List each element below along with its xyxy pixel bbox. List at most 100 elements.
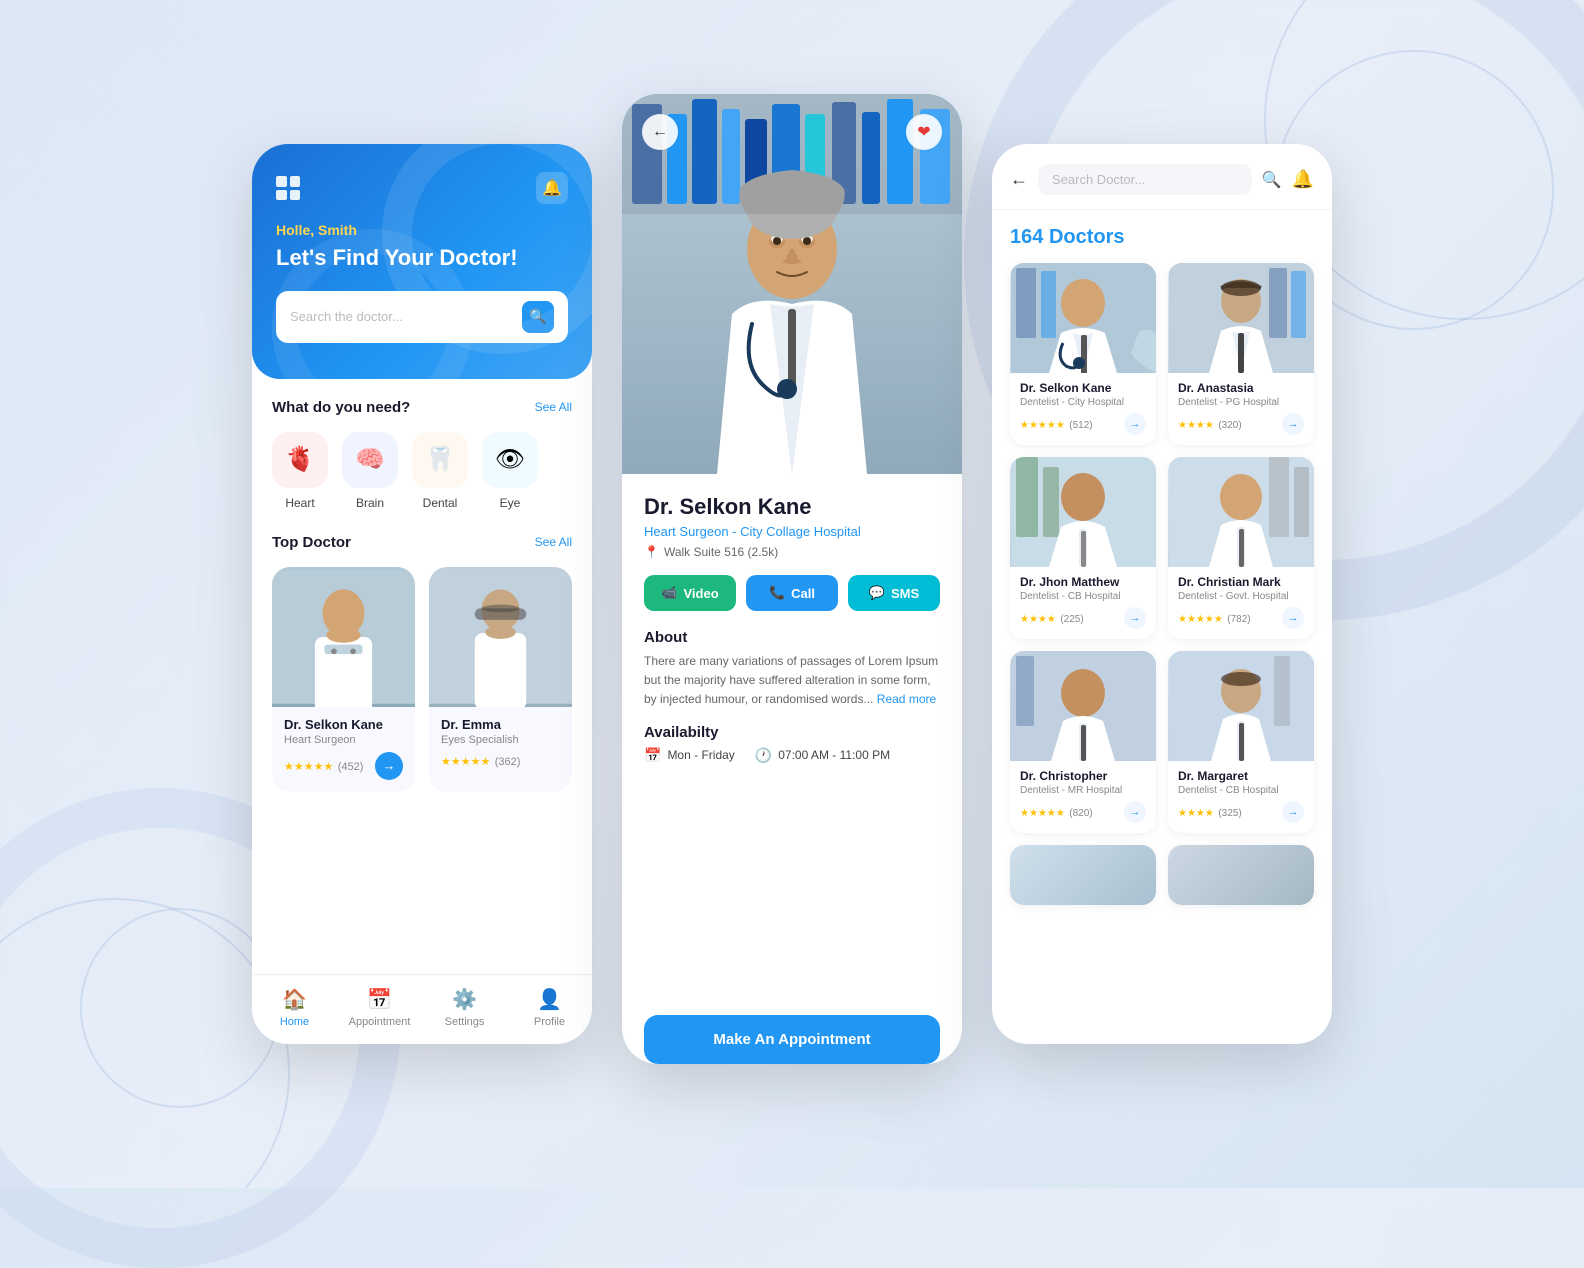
list-doctor-name-4: Dr. Christian Mark <box>1178 575 1304 589</box>
back-button[interactable]: ← <box>642 114 678 150</box>
list-reviews-1: (512) <box>1069 420 1092 431</box>
categories-header: What do you need? See All <box>272 399 572 416</box>
list-search-bar: ← Search Doctor... 🔍 🔔 <box>1010 164 1314 195</box>
list-arrow-4[interactable]: → <box>1282 607 1304 629</box>
top-doctor-header: Top Doctor See All <box>272 534 572 551</box>
doctor-location: 📍 Walk Suite 516 (2.5k) <box>644 545 940 559</box>
doctor-image-emma <box>429 567 572 707</box>
calendar-icon: 📅 <box>644 747 661 764</box>
list-bell-icon[interactable]: 🔔 <box>1292 169 1314 190</box>
sms-button[interactable]: 💬 SMS <box>848 575 940 611</box>
doctor-info-emma: Dr. Emma Eyes Specialish ★★★★★ (362) <box>429 707 572 782</box>
nav-settings[interactable]: ⚙️ Settings <box>422 987 507 1028</box>
heart-label: Heart <box>285 496 314 510</box>
make-appointment-button[interactable]: Make An Appointment <box>644 1015 940 1064</box>
call-label: Call <box>791 586 815 601</box>
list-arrow-6[interactable]: → <box>1282 801 1304 823</box>
search-placeholder: Search the doctor... <box>290 309 403 324</box>
list-arrow-1[interactable]: → <box>1124 413 1146 435</box>
profile-nav-label: Profile <box>534 1016 565 1028</box>
doctor-detail-photo: ← ❤ <box>622 94 962 474</box>
list-doctor-footer-2: ★★★★ (320) → <box>1178 413 1304 435</box>
list-doctor-info-4: Dr. Christian Mark Dentelist - Govt. Hos… <box>1168 567 1314 639</box>
list-doctor-img-1 <box>1010 263 1156 373</box>
availability-days-text: Mon - Friday <box>667 748 734 762</box>
nav-profile[interactable]: 👤 Profile <box>507 987 592 1028</box>
doctor-spec-emma: Eyes Specialish <box>441 734 560 746</box>
doctor-card-selkon[interactable]: Dr. Selkon Kane Heart Surgeon ★★★★★ (452… <box>272 567 415 792</box>
categories-list: 🫀 Heart 🧠 Brain 🦷 Dental 👁 Eye <box>272 432 572 510</box>
list-reviews-2: (320) <box>1218 420 1241 431</box>
list-doctor-4[interactable]: Dr. Christian Mark Dentelist - Govt. Hos… <box>1168 457 1314 639</box>
greeting-text: Holle, Smith <box>276 222 568 238</box>
doctor-name-emma: Dr. Emma <box>441 717 560 732</box>
list-stars-2: ★★★★ <box>1178 420 1214 431</box>
list-doctor-footer-4: ★★★★★ (782) → <box>1178 607 1304 629</box>
list-doctor-spec-3: Dentelist - CB Hospital <box>1020 591 1146 602</box>
doctor-card-emma[interactable]: Dr. Emma Eyes Specialish ★★★★★ (362) <box>429 567 572 792</box>
category-dental[interactable]: 🦷 Dental <box>412 432 468 510</box>
search-button[interactable]: 🔍 <box>522 301 554 333</box>
list-doctor-spec-1: Dentelist - City Hospital <box>1020 397 1146 408</box>
categories-see-all[interactable]: See All <box>535 400 572 414</box>
home-nav-icon: 🏠 <box>282 987 307 1012</box>
appointment-nav-icon: 📅 <box>367 987 392 1012</box>
list-search-icon[interactable]: 🔍 <box>1262 170 1282 190</box>
phones-container: 🔔 Holle, Smith Let's Find Your Doctor! S… <box>252 124 1332 1064</box>
doctor-stars-selkon: ★★★★★ <box>284 761 333 773</box>
list-arrow-5[interactable]: → <box>1124 801 1146 823</box>
favorite-button[interactable]: ❤ <box>906 114 942 150</box>
call-button[interactable]: 📞 Call <box>746 575 838 611</box>
list-doctor-1[interactable]: Dr. Selkon Kane Dentelist - City Hospita… <box>1010 263 1156 445</box>
list-doctor-img-5 <box>1010 651 1156 761</box>
settings-nav-label: Settings <box>445 1016 485 1028</box>
notification-bell-icon[interactable]: 🔔 <box>536 172 568 204</box>
doctor-spec-selkon: Heart Surgeon <box>284 734 403 746</box>
video-call-button[interactable]: 📹 Video <box>644 575 736 611</box>
list-doctor-2[interactable]: Dr. Anastasia Dentelist - PG Hospital ★★… <box>1168 263 1314 445</box>
clock-icon: 🕐 <box>755 747 772 764</box>
availability-hours-text: 07:00 AM - 11:00 PM <box>778 748 890 762</box>
list-arrow-3[interactable]: → <box>1124 607 1146 629</box>
list-doctor-footer-1: ★★★★★ (512) → <box>1020 413 1146 435</box>
call-icon: 📞 <box>769 585 785 601</box>
list-back-button[interactable]: ← <box>1010 169 1028 190</box>
category-eye[interactable]: 👁 Eye <box>482 432 538 510</box>
top-doctor-cards: Dr. Selkon Kane Heart Surgeon ★★★★★ (452… <box>272 567 572 792</box>
list-stars-1: ★★★★★ <box>1020 420 1065 431</box>
list-reviews-4: (782) <box>1227 614 1250 625</box>
grid-icon[interactable] <box>276 176 300 200</box>
location-pin-icon: 📍 <box>644 545 659 559</box>
doctors-grid: Dr. Selkon Kane Dentelist - City Hospita… <box>1010 263 1314 833</box>
nav-appointment[interactable]: 📅 Appointment <box>337 987 422 1028</box>
partial-row <box>1010 845 1314 905</box>
phone-list: ← Search Doctor... 🔍 🔔 164 Doctors <box>992 144 1332 1044</box>
doctor-search-input[interactable]: Search Doctor... <box>1038 164 1252 195</box>
list-doctor-5[interactable]: Dr. Christopher Dentelist - MR Hospital … <box>1010 651 1156 833</box>
list-doctor-info-6: Dr. Margaret Dentelist - CB Hospital ★★★… <box>1168 761 1314 833</box>
profile-nav-icon: 👤 <box>537 987 562 1012</box>
list-reviews-6: (325) <box>1218 808 1241 819</box>
about-title: About <box>644 629 940 646</box>
list-doctor-info-2: Dr. Anastasia Dentelist - PG Hospital ★★… <box>1168 373 1314 445</box>
list-doctor-3[interactable]: Dr. Jhon Matthew Dentelist - CB Hospital… <box>1010 457 1156 639</box>
availability-hours: 🕐 07:00 AM - 11:00 PM <box>755 747 890 764</box>
doctor-reviews-selkon: (452) <box>338 761 364 773</box>
list-doctor-spec-5: Dentelist - MR Hospital <box>1020 785 1146 796</box>
brain-label: Brain <box>356 496 384 510</box>
sms-label: SMS <box>891 586 919 601</box>
list-doctor-name-2: Dr. Anastasia <box>1178 381 1304 395</box>
read-more-link[interactable]: Read more <box>877 692 936 706</box>
list-doctor-6[interactable]: Dr. Margaret Dentelist - CB Hospital ★★★… <box>1168 651 1314 833</box>
list-arrow-2[interactable]: → <box>1282 413 1304 435</box>
doctor-image-selkon <box>272 567 415 707</box>
category-brain[interactable]: 🧠 Brain <box>342 432 398 510</box>
top-doctor-see-all[interactable]: See All <box>535 535 572 549</box>
list-doctor-spec-6: Dentelist - CB Hospital <box>1178 785 1304 796</box>
doctor-detail-specialty: Heart Surgeon - City Collage Hospital <box>644 524 940 539</box>
category-heart[interactable]: 🫀 Heart <box>272 432 328 510</box>
doctor-arrow-selkon[interactable]: → <box>375 752 403 780</box>
search-bar[interactable]: Search the doctor... 🔍 <box>276 291 568 343</box>
nav-home[interactable]: 🏠 Home <box>252 987 337 1028</box>
availability-section: Availabilty 📅 Mon - Friday 🕐 07:00 AM - … <box>644 724 940 764</box>
